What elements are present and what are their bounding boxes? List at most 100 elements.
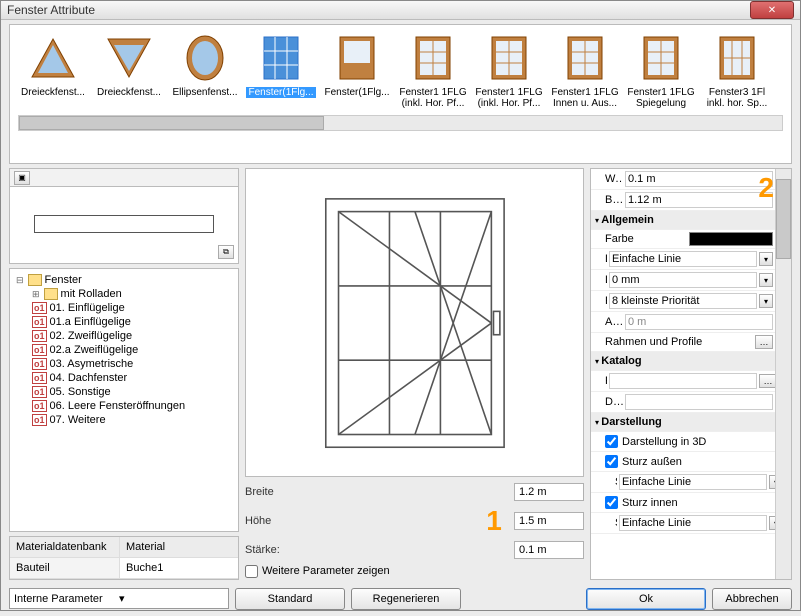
tree-item[interactable]: o102.a Zweiflügelige	[32, 343, 234, 357]
tree-item[interactable]: o103. Asymetrische	[32, 357, 234, 371]
category-icon: o1	[32, 386, 47, 398]
window-type-gallery: Dreieckfenst...Dreieckfenst... Ellipsenfe…	[9, 24, 792, 164]
more-params-label: Weitere Parameter zeigen	[262, 565, 390, 577]
tree-item[interactable]: o104. Dachfenster	[32, 371, 234, 385]
gallery-caption: Ellipsenfenst...	[170, 87, 240, 98]
category-icon: o1	[32, 330, 47, 342]
category-icon: o1	[32, 344, 47, 356]
prop-produkt-label: Produkt	[591, 372, 607, 390]
ellipsis-button[interactable]: …	[759, 374, 775, 388]
category-icon: o1	[32, 414, 47, 426]
view3d-icon[interactable]: ▣	[14, 171, 30, 185]
param-label-staerke: Stärke:	[245, 544, 474, 556]
folder-icon	[44, 288, 58, 300]
prop-sturz-innen-check[interactable]	[605, 496, 618, 509]
window-thumb-icon	[636, 33, 686, 83]
prop-wandabstand[interactable]	[625, 171, 773, 187]
param-label-hoehe: Höhe	[245, 515, 474, 527]
param-staerke[interactable]	[514, 541, 584, 559]
prop-bruestung[interactable]	[625, 192, 773, 208]
prop-darst3d-check[interactable]	[605, 435, 618, 448]
category-icon: o1	[32, 316, 47, 328]
parameter-combo[interactable]: Interne Parameter▾	[9, 588, 229, 609]
propgrid-scrollbar[interactable]	[775, 169, 791, 579]
material-grid: Materialdatenbank Material Bauteil Buche…	[9, 536, 239, 580]
mg-header: Materialdatenbank	[10, 537, 120, 558]
tree-item[interactable]: o105. Sonstige	[32, 385, 234, 399]
gallery-item[interactable]: Dreieckfenst...	[94, 33, 164, 98]
folder-icon	[28, 274, 42, 286]
more-params-checkbox[interactable]	[245, 565, 258, 578]
window-thumb-icon	[104, 33, 154, 83]
prop-linienstaerke[interactable]	[609, 272, 757, 288]
property-grid: Wandabstand Brüstungshöhe Allgemein Farb…	[591, 169, 775, 579]
param-breite[interactable]	[514, 483, 584, 501]
tree-folder[interactable]: mit Rolladen	[32, 287, 234, 301]
prop-farbe-swatch[interactable]	[689, 232, 773, 246]
gallery-caption: Fenster1 1FLG Innen u. Aus...	[550, 87, 620, 109]
regenerate-button[interactable]: Regenerieren	[351, 588, 461, 610]
category-icon: o1	[32, 302, 47, 314]
gallery-item[interactable]: Ellipsenfenst...	[170, 33, 240, 98]
close-button[interactable]: ✕	[750, 1, 794, 19]
dropdown-icon[interactable]: ▾	[759, 294, 773, 308]
prop-sturz-lt1[interactable]	[619, 474, 767, 490]
category-icon: o1	[32, 400, 47, 412]
window-title: Fenster Attribute	[7, 3, 750, 17]
prop-linientyp-label: Linientyp	[591, 250, 607, 268]
prop-sturz-lt2[interactable]	[619, 515, 767, 531]
window-thumb-icon	[332, 33, 382, 83]
brand-label: ARCHline	[0, 560, 3, 606]
tree-item[interactable]: o101.a Einflügelige	[32, 315, 234, 329]
tree-item[interactable]: o107. Weitere	[32, 413, 234, 427]
mg-cell[interactable]: Buche1	[120, 558, 238, 579]
ellipsis-button[interactable]: …	[755, 335, 773, 349]
tree-root[interactable]: Fenster	[16, 273, 234, 287]
window-thumb-icon	[484, 33, 534, 83]
gallery-item[interactable]: Fenster1 1FLG (inkl. Hor. Pf...	[398, 33, 468, 109]
gallery-item[interactable]: Fenster1 1FLG (inkl. Hor. Pf...	[474, 33, 544, 109]
gallery-item[interactable]: Fenster(1Flg...	[246, 33, 316, 98]
section-darstellung[interactable]: Darstellung	[591, 413, 687, 431]
prop-produkt[interactable]	[609, 373, 757, 389]
gallery-caption: Fenster1 1FLG (inkl. Hor. Pf...	[398, 87, 468, 109]
window-thumb-icon	[408, 33, 458, 83]
ok-button[interactable]: Ok	[586, 588, 706, 610]
gallery-item[interactable]: Fenster1 1FLG Innen u. Aus...	[550, 33, 620, 109]
copy-icon[interactable]: ⧉	[218, 245, 234, 259]
dropdown-icon[interactable]: ▾	[759, 252, 773, 266]
param-hoehe[interactable]	[514, 512, 584, 530]
prop-sturz-lt2-label: Sturz Linientyp	[591, 514, 617, 532]
prop-abstand-wand[interactable]	[625, 314, 773, 330]
section-katalog[interactable]: Katalog	[591, 352, 687, 370]
prop-sturz-aussen-check[interactable]	[605, 455, 618, 468]
prop-prioritaet[interactable]	[609, 293, 757, 309]
category-tree[interactable]: Fenster mit Rolladen o101. Einflügeligeo…	[9, 268, 239, 532]
gallery-scrollbar[interactable]	[18, 115, 783, 131]
gallery-item[interactable]: Fenster(1Flg...	[322, 33, 392, 98]
titlebar: Fenster Attribute ✕	[1, 1, 800, 20]
gallery-item[interactable]: Fenster3 1Fl inkl. hor. Sp...	[702, 33, 772, 109]
prop-prioritaet-label: Priorität	[591, 292, 607, 310]
gallery-item[interactable]: Fenster1 1FLG Spiegelung	[626, 33, 696, 109]
preview-2d-panel: ▣ ⧉	[9, 168, 239, 264]
tree-item[interactable]: o102. Zweiflügelige	[32, 329, 234, 343]
prop-rahmen-label: Rahmen und Profile	[591, 333, 753, 351]
cancel-button[interactable]: Abbrechen	[712, 588, 792, 610]
category-icon: o1	[32, 358, 47, 370]
prop-linientyp[interactable]	[609, 251, 757, 267]
preview-3d	[245, 168, 584, 477]
window-thumb-icon	[180, 33, 230, 83]
tree-item[interactable]: o101. Einflügelige	[32, 301, 234, 315]
tree-item[interactable]: o106. Leere Fensteröffnungen	[32, 399, 234, 413]
prop-sturz-lt1-label: Sturz Linientyp	[591, 473, 617, 491]
standard-button[interactable]: Standard	[235, 588, 345, 610]
section-allgemein[interactable]: Allgemein	[591, 211, 687, 229]
dropdown-icon[interactable]: ▾	[759, 273, 773, 287]
param-label-breite: Breite	[245, 486, 474, 498]
dialog-window: Fenster Attribute ✕ ARCHline Dreieckfens…	[0, 0, 801, 611]
gallery-item[interactable]: Dreieckfenst...	[18, 33, 88, 98]
mg-cell[interactable]: Bauteil	[10, 558, 120, 579]
category-icon: o1	[32, 372, 47, 384]
prop-datenbank[interactable]	[625, 394, 773, 410]
